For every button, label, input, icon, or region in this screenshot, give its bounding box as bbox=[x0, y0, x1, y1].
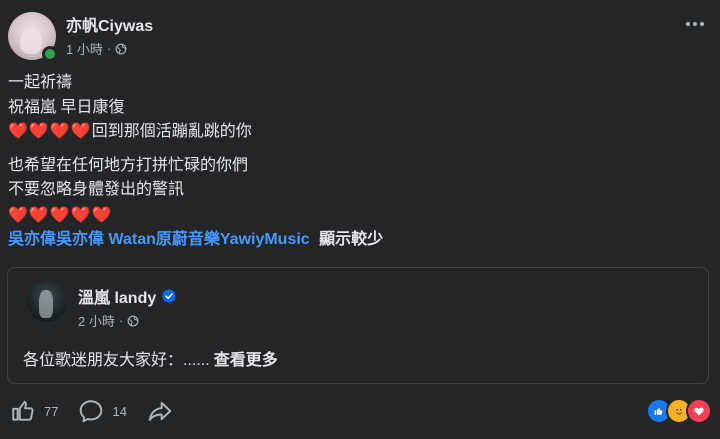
facebook-post: 亦帆Ciywas 1 小時 · 一起祈禱 祝福嵐 早日康復 ❤️❤️❤️❤️回到… bbox=[0, 0, 720, 439]
see-more-link[interactable]: 查看更多 bbox=[214, 352, 278, 369]
post-text-line: 一起祈禱 bbox=[8, 74, 73, 91]
tag-link[interactable]: 吳亦偉吳亦偉 bbox=[8, 231, 104, 248]
globe-icon[interactable] bbox=[115, 43, 127, 55]
heart-emojis: ❤️❤️❤️❤️ bbox=[8, 123, 92, 140]
shared-author: 溫嵐 landy bbox=[78, 284, 176, 308]
shared-time[interactable]: 2 小時 bbox=[78, 311, 115, 330]
reactions-summary[interactable] bbox=[646, 398, 712, 424]
post-text-fragment: 回到那個活蹦亂跳的你 bbox=[91, 123, 252, 140]
see-less-link[interactable]: 顯示較少 bbox=[319, 231, 383, 248]
online-status-dot bbox=[42, 46, 58, 62]
post-actions: 77 14 bbox=[10, 398, 193, 424]
like-button[interactable]: 77 bbox=[10, 398, 58, 424]
globe-icon[interactable] bbox=[127, 315, 139, 327]
heart-emojis-line: ❤️❤️❤️❤️❤️ bbox=[8, 205, 113, 227]
post-text-line: 不要忽略身體發出的警訊 bbox=[8, 181, 185, 198]
tags-line: 吳亦偉吳亦偉 Watan原蔚音樂YawiyMusic 顯示較少 bbox=[8, 229, 383, 251]
tag-link[interactable]: Watan原蔚音樂YawiyMusic bbox=[108, 231, 309, 248]
post-meta: 1 小時 · bbox=[66, 39, 127, 58]
comment-icon bbox=[80, 400, 103, 423]
comment-button[interactable]: 14 bbox=[78, 398, 127, 424]
post-text-line: ❤️❤️❤️❤️回到那個活蹦亂跳的你 bbox=[8, 121, 252, 143]
shared-author-name[interactable]: 溫嵐 landy bbox=[78, 284, 156, 308]
shared-text-body: 各位歌迷朋友大家好：...... bbox=[23, 352, 210, 369]
post-text-line: 祝福嵐 早日康復 bbox=[8, 99, 125, 116]
shared-text: 各位歌迷朋友大家好：...... 查看更多 bbox=[23, 346, 278, 370]
shared-meta: 2 小時 · bbox=[78, 311, 139, 330]
post-time[interactable]: 1 小時 bbox=[66, 39, 103, 58]
share-button[interactable] bbox=[147, 398, 173, 424]
more-icon[interactable] bbox=[686, 22, 704, 26]
verified-badge-icon bbox=[162, 289, 176, 303]
thumbs-up-icon bbox=[12, 400, 34, 421]
meta-separator: · bbox=[106, 41, 112, 56]
share-icon bbox=[148, 401, 172, 421]
shared-post-card[interactable]: 溫嵐 landy 2 小時 · 各位歌迷朋友大家好：...... 查看更多 bbox=[7, 267, 709, 384]
heart-emojis: ❤️❤️❤️❤️❤️ bbox=[8, 207, 113, 224]
author-name[interactable]: 亦帆Ciywas bbox=[66, 12, 153, 36]
like-count: 77 bbox=[44, 403, 59, 419]
meta-separator: · bbox=[118, 313, 124, 328]
shared-author-avatar[interactable] bbox=[27, 282, 67, 322]
post-text-line: 也希望在任何地方打拼忙碌的你們 bbox=[8, 157, 249, 174]
comment-count: 14 bbox=[112, 403, 127, 419]
love-reaction-icon bbox=[686, 398, 712, 424]
